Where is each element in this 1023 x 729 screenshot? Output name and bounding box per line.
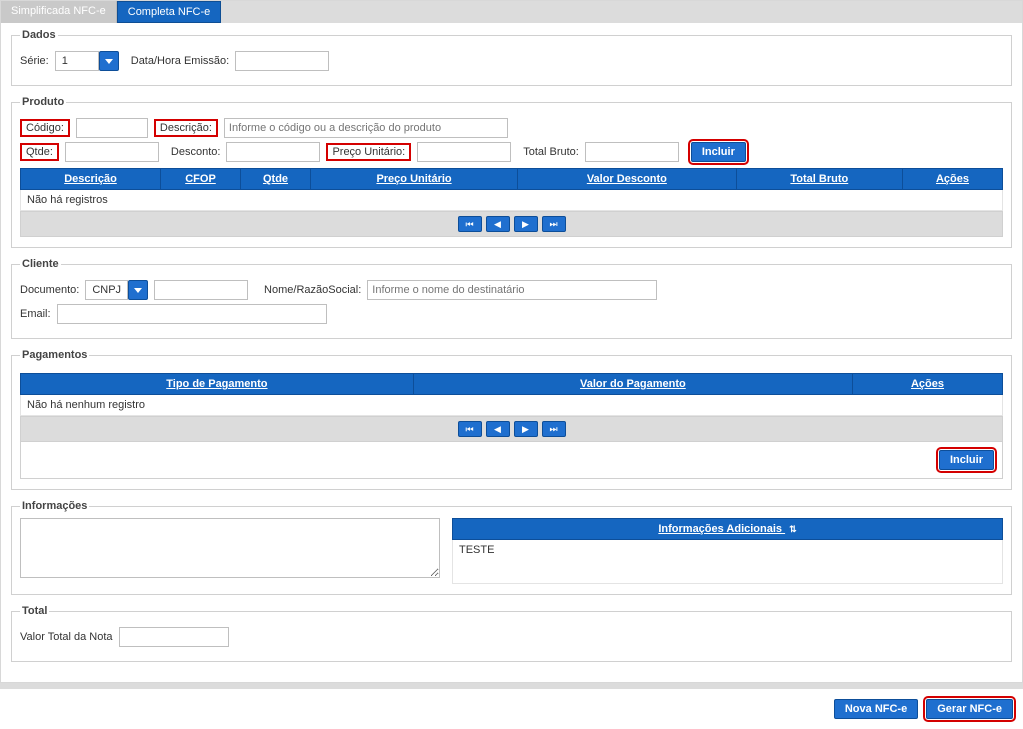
- label-qtde: Qtde:: [20, 143, 59, 161]
- pagamentos-footer: Incluir: [20, 442, 1003, 479]
- col-acoes-pagamento[interactable]: Ações: [853, 374, 1003, 395]
- label-desconto: Desconto:: [171, 146, 221, 158]
- legend-dados: Dados: [20, 29, 58, 41]
- documento-dropdown[interactable]: CNPJ: [85, 280, 148, 300]
- documento-value: CNPJ: [85, 280, 128, 300]
- informacoes-textarea[interactable]: [20, 518, 440, 578]
- pager-prev-icon[interactable]: ◀: [486, 216, 510, 232]
- informacoes-adicionais-header[interactable]: Informações Adicionais ⇅: [452, 518, 1003, 540]
- informacoes-adicionais-label: Informações Adicionais: [658, 523, 782, 535]
- serie-value: 1: [55, 51, 99, 71]
- legend-cliente: Cliente: [20, 258, 61, 270]
- pager-next-icon[interactable]: ▶: [514, 421, 538, 437]
- label-serie: Série:: [20, 55, 49, 67]
- col-acoes[interactable]: Ações: [903, 169, 1003, 190]
- incluir-produto-button[interactable]: Incluir: [691, 142, 746, 162]
- pager-prev-icon[interactable]: ◀: [486, 421, 510, 437]
- col-tipo-pagamento[interactable]: Tipo de Pagamento: [21, 374, 414, 395]
- valor-total-input[interactable]: [119, 627, 229, 647]
- pagamentos-pager: ⏮ ◀ ▶ ⏭: [20, 416, 1003, 442]
- pager-next-icon[interactable]: ▶: [514, 216, 538, 232]
- pager-last-icon[interactable]: ⏭: [542, 216, 566, 232]
- legend-informacoes: Informações: [20, 500, 89, 512]
- nova-nfce-button[interactable]: Nova NFC-e: [834, 699, 918, 719]
- pagamentos-table: Tipo de Pagamento Valor do Pagamento Açõ…: [20, 373, 1003, 416]
- produto-table: Descrição CFOP Qtde Preço Unitário Valor…: [20, 168, 1003, 211]
- page-footer: Nova NFC-e Gerar NFC-e: [0, 689, 1023, 729]
- chevron-down-icon[interactable]: [128, 280, 148, 300]
- label-descricao: Descrição:: [154, 119, 218, 137]
- fieldset-total: Total Valor Total da Nota: [11, 605, 1012, 662]
- produto-pager: ⏮ ◀ ▶ ⏭: [20, 211, 1003, 237]
- pager-first-icon[interactable]: ⏮: [458, 216, 482, 232]
- fieldset-pagamentos: Pagamentos Tipo de Pagamento Valor do Pa…: [11, 349, 1012, 490]
- label-email: Email:: [20, 308, 51, 320]
- legend-pagamentos: Pagamentos: [20, 349, 89, 361]
- label-documento: Documento:: [20, 284, 79, 296]
- legend-total: Total: [20, 605, 49, 617]
- legend-produto: Produto: [20, 96, 66, 108]
- email-input[interactable]: [57, 304, 327, 324]
- serie-dropdown[interactable]: 1: [55, 51, 119, 71]
- fieldset-informacoes: Informações Informações Adicionais ⇅ TES…: [11, 500, 1012, 595]
- tab-simplificada[interactable]: Simplificada NFC-e: [1, 1, 117, 23]
- label-razao: Nome/RazãoSocial:: [264, 284, 361, 296]
- preco-input[interactable]: [417, 142, 511, 162]
- codigo-input[interactable]: [76, 118, 148, 138]
- descricao-input[interactable]: [224, 118, 508, 138]
- col-desconto[interactable]: Valor Desconto: [518, 169, 737, 190]
- gerar-nfce-button[interactable]: Gerar NFC-e: [926, 699, 1013, 719]
- label-codigo: Código:: [20, 119, 70, 137]
- pager-first-icon[interactable]: ⏮: [458, 421, 482, 437]
- fieldset-cliente: Cliente Documento: CNPJ Nome/RazãoSocial…: [11, 258, 1012, 339]
- tab-completa[interactable]: Completa NFC-e: [117, 1, 222, 23]
- incluir-pagamento-button[interactable]: Incluir: [939, 450, 994, 470]
- fieldset-produto: Produto Código: Descrição: Qtde: Descont…: [11, 96, 1012, 248]
- pagamentos-empty: Não há nenhum registro: [21, 395, 1003, 416]
- totalbruto-input[interactable]: [585, 142, 679, 162]
- label-valor-total: Valor Total da Nota: [20, 631, 113, 643]
- datahora-input[interactable]: [235, 51, 329, 71]
- razao-input[interactable]: [367, 280, 657, 300]
- qtde-input[interactable]: [65, 142, 159, 162]
- col-cfop[interactable]: CFOP: [161, 169, 241, 190]
- desconto-input[interactable]: [226, 142, 320, 162]
- label-preco: Preço Unitário:: [326, 143, 411, 161]
- tab-bar: Simplificada NFC-e Completa NFC-e: [1, 1, 1022, 23]
- col-qtde[interactable]: Qtde: [241, 169, 311, 190]
- pager-last-icon[interactable]: ⏭: [542, 421, 566, 437]
- sort-icon[interactable]: ⇅: [789, 524, 797, 535]
- label-datahora: Data/Hora Emissão:: [131, 55, 229, 67]
- documento-input[interactable]: [154, 280, 248, 300]
- fieldset-dados: Dados Série: 1 Data/Hora Emissão:: [11, 29, 1012, 86]
- col-total[interactable]: Total Bruto: [736, 169, 902, 190]
- chevron-down-icon[interactable]: [99, 51, 119, 71]
- produto-empty: Não há registros: [21, 190, 1003, 211]
- col-descricao[interactable]: Descrição: [21, 169, 161, 190]
- col-valor-pagamento[interactable]: Valor do Pagamento: [413, 374, 852, 395]
- col-preco[interactable]: Preço Unitário: [311, 169, 518, 190]
- label-totalbruto: Total Bruto:: [523, 146, 579, 158]
- informacoes-adicionais-body: TESTE: [452, 540, 1003, 584]
